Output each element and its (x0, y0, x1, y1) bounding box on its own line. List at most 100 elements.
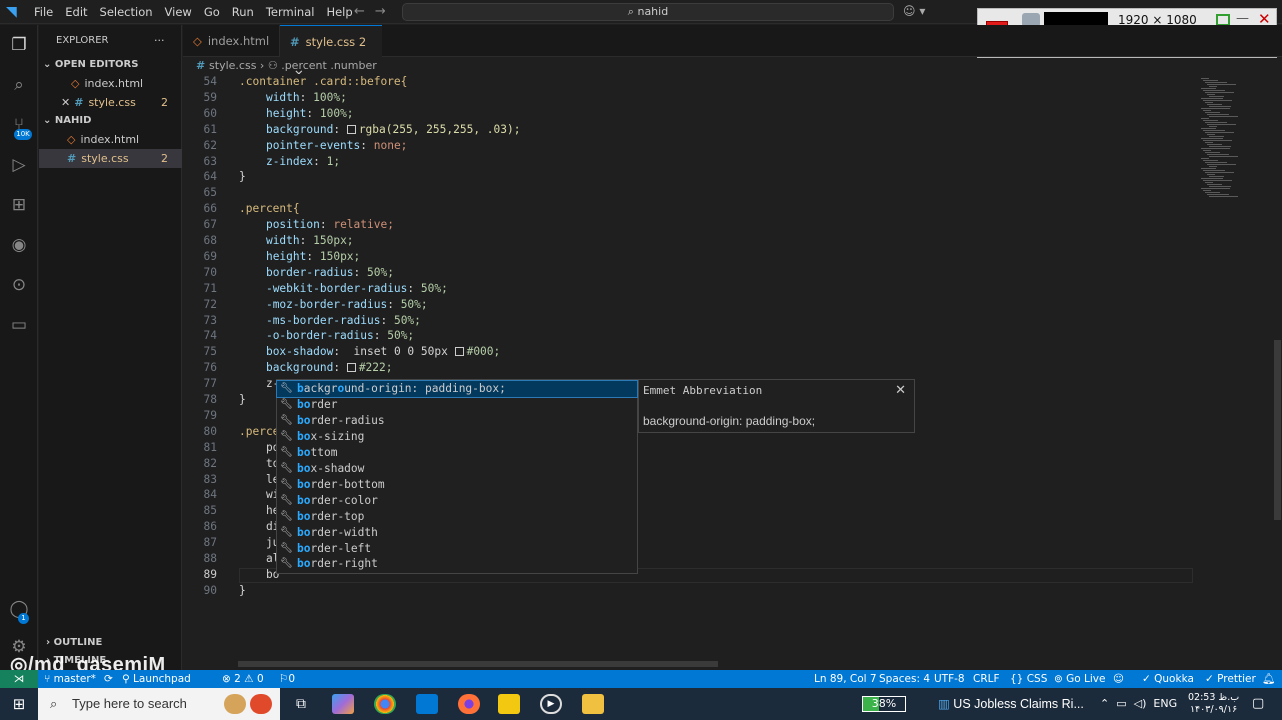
code-line[interactable]: z- (239, 377, 279, 390)
menu-go[interactable]: Go (198, 5, 226, 19)
code-line[interactable]: box-shadow: inset 0 0 50px #000; (239, 345, 500, 358)
language-mode[interactable]: {} CSS (1010, 670, 1047, 688)
menu-file[interactable]: File (28, 5, 59, 19)
firefox-icon[interactable] (458, 694, 480, 714)
code-line[interactable]: .percent{ (239, 202, 300, 215)
run-debug-icon[interactable]: ▷ (8, 154, 30, 176)
code-line[interactable]: width: 150px; (239, 234, 354, 247)
suggest-item[interactable]: 🔧︎ border-bottom (277, 477, 637, 493)
code-line[interactable]: } (239, 170, 246, 183)
suggest-item[interactable]: 🔧︎ bottom (277, 445, 637, 461)
suggest-item[interactable]: 🔧︎ border-width (277, 525, 637, 541)
prettier-status[interactable]: ✓ Prettier (1205, 670, 1256, 688)
code-line[interactable]: he (239, 504, 279, 517)
cursor-position[interactable]: Ln 89, Col 7 (814, 670, 877, 688)
media-player-icon[interactable]: ▶ (540, 694, 562, 714)
cortana-gingerbread-icon[interactable] (224, 694, 246, 714)
copilot-taskbar-icon[interactable] (332, 694, 354, 714)
notifications-bell-icon[interactable]: 🔔︎ (1262, 670, 1275, 688)
explorer-files-icon[interactable]: ❐ (8, 34, 30, 56)
code-line[interactable]: di (239, 520, 279, 533)
color-swatch[interactable] (346, 124, 356, 134)
tab-index-html[interactable]: ◇ index.html (183, 25, 280, 57)
chrome-icon[interactable] (374, 694, 396, 714)
tray-chevron-up-icon[interactable]: ⌃ (1100, 697, 1109, 710)
back-arrow-icon[interactable]: ← (354, 4, 375, 19)
menu-run[interactable]: Run (226, 5, 260, 19)
menu-view[interactable]: View (159, 5, 198, 19)
open-editors-section[interactable]: ⌄ OPEN EDITORS (39, 55, 182, 74)
code-line[interactable]: height: 100%; (239, 107, 354, 120)
file-explorer-icon[interactable] (582, 694, 604, 714)
suggest-item[interactable]: 🔧︎ border-color (277, 493, 637, 509)
code-line[interactable]: border-radius: 50%; (239, 266, 394, 279)
suggest-item[interactable]: 🔧︎ border-radius (277, 413, 637, 429)
minimize-icon[interactable]: — (1236, 11, 1249, 26)
code-line[interactable]: to (239, 457, 279, 470)
launchpad-status[interactable]: ⚲ Launchpad (122, 670, 191, 688)
code-line[interactable]: position: relative; (239, 218, 394, 231)
minimap[interactable] (1199, 74, 1271, 204)
open-editor-item-style-css[interactable]: ✕ # style.css 2 (39, 93, 182, 112)
color-swatch[interactable] (346, 363, 356, 373)
code-line[interactable]: } (239, 393, 246, 406)
code-line[interactable]: z-index: 1; (239, 155, 340, 168)
forward-arrow-icon[interactable]: → (375, 4, 396, 19)
extensions-icon[interactable]: ⊞ (8, 194, 30, 216)
menu-selection[interactable]: Selection (94, 5, 159, 19)
open-editor-item-index-html[interactable]: ◇ index.html (39, 74, 182, 93)
chat-icon[interactable]: ▭ (8, 314, 30, 336)
suggest-item[interactable]: 🔧︎ box-sizing (277, 429, 637, 445)
code-line[interactable]: .container .card::before{ (239, 75, 407, 88)
code-line[interactable]: } (239, 584, 246, 597)
file-item-index-html[interactable]: ◇ index.html (39, 130, 182, 149)
code-line[interactable]: -moz-border-radius: 50%; (239, 298, 428, 311)
sync-icon[interactable]: ⟳ (104, 670, 113, 688)
code-line[interactable]: po (239, 441, 279, 454)
suggest-item[interactable]: 🔧︎ border-top (277, 509, 637, 525)
news-widget[interactable]: ▥ US Jobless Claims Ri... (938, 688, 1084, 720)
doodle-icon[interactable] (250, 694, 272, 714)
close-icon[interactable]: ✕ (895, 383, 906, 398)
code-line[interactable]: width: 100%; (239, 91, 347, 104)
search-icon[interactable]: ⌕ (8, 74, 30, 96)
code-line[interactable]: pointer-events: none; (239, 139, 407, 152)
go-live-button[interactable]: ⊚ Go Live (1054, 670, 1105, 688)
remote-indicator-icon[interactable]: ⋊ (0, 670, 38, 688)
horizontal-scrollbar[interactable] (238, 661, 718, 667)
code-line[interactable]: -ms-border-radius: 50%; (239, 314, 421, 327)
indentation[interactable]: Spaces: 4 (879, 670, 930, 688)
vertical-scrollbar[interactable] (1274, 340, 1281, 520)
problems-status[interactable]: ⊗ 2 ⚠ 0 (222, 670, 264, 688)
code-line[interactable]: -o-border-radius: 50%; (239, 329, 414, 342)
suggest-item[interactable]: 🔧︎ box-shadow (277, 461, 637, 477)
battery-indicator[interactable]: 38% (862, 696, 906, 712)
code-editor[interactable]: 54 .container .card::before{59 width: 100… (183, 74, 1199, 670)
breadcrumb-file[interactable]: style.css (209, 59, 256, 72)
code-line[interactable]: .perce (239, 425, 279, 438)
code-line[interactable]: -webkit-border-radius: 50%; (239, 282, 448, 295)
command-center-search[interactable]: ⌕ nahid (402, 3, 894, 21)
color-swatch[interactable] (454, 347, 464, 357)
code-line[interactable]: background: rgba(255, 255,255, .03); (239, 123, 521, 136)
taskbar-clock[interactable]: 02:53 ب.ظ ۱۴۰۳/۰۹/۱۶ (1188, 692, 1239, 716)
code-line[interactable]: wi (239, 488, 279, 501)
code-line[interactable]: le (239, 473, 279, 486)
menu-edit[interactable]: Edit (59, 5, 93, 19)
copilot-status-icon[interactable]: ☺ (1113, 670, 1124, 688)
menu-terminal[interactable]: Terminal (260, 5, 321, 19)
sticky-notes-icon[interactable] (498, 694, 520, 714)
notification-center-icon[interactable]: ▢ (1252, 696, 1264, 711)
end-of-line[interactable]: CRLF (973, 670, 1000, 688)
code-line[interactable]: background: #222; (239, 361, 393, 374)
copilot-icon[interactable]: ☺ ▾ (903, 4, 925, 18)
suggest-item[interactable]: 🔧︎ border-left (277, 541, 637, 557)
folder-section-nahid[interactable]: ⌄ NAHID (39, 111, 182, 130)
task-view-icon[interactable]: ⧉ (290, 694, 312, 714)
code-line[interactable]: al (239, 552, 279, 565)
volume-icon[interactable]: ◁) (1134, 697, 1147, 710)
close-editor-icon[interactable]: ✕ (61, 96, 70, 109)
ports-status[interactable]: ⚐0 (279, 670, 295, 688)
code-line[interactable]: height: 150px; (239, 250, 360, 263)
windows-start-icon[interactable]: ⊞ (0, 688, 38, 720)
